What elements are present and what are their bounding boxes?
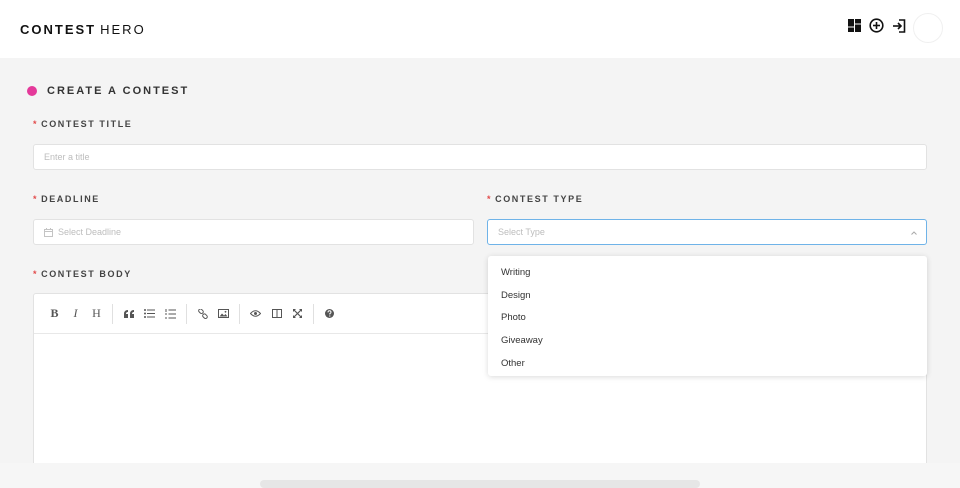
- italic-button[interactable]: I: [65, 304, 86, 324]
- help-icon[interactable]: [319, 304, 340, 324]
- bold-button[interactable]: B: [44, 304, 65, 324]
- toolbar-divider: [313, 303, 314, 324]
- link-icon[interactable]: [192, 304, 213, 324]
- top-navbar: CONTEST HERO: [0, 0, 960, 58]
- required-mark: *: [33, 194, 39, 204]
- quote-icon[interactable]: [118, 304, 139, 324]
- calendar-icon: [44, 227, 53, 237]
- unordered-list-icon[interactable]: [139, 304, 160, 324]
- brand-light-text: HERO: [100, 22, 146, 37]
- brand-logo[interactable]: CONTEST HERO: [20, 22, 146, 37]
- contest-title-placeholder: Enter a title: [44, 152, 90, 162]
- type-option-photo[interactable]: Photo: [488, 306, 927, 329]
- page-title: CREATE A CONTEST: [47, 85, 190, 97]
- contest-type-select[interactable]: Select Type: [487, 219, 927, 245]
- deadline-label: * DEADLINE: [33, 194, 100, 204]
- required-mark: *: [487, 194, 493, 204]
- scroll-shadow: [260, 480, 700, 488]
- toolbar-divider: [239, 303, 240, 324]
- chevron-up-icon: [911, 231, 917, 235]
- contest-body-label-text: CONTEST BODY: [41, 269, 132, 279]
- user-avatar[interactable]: [913, 13, 943, 43]
- contest-type-label-text: CONTEST TYPE: [495, 194, 584, 204]
- deadline-input[interactable]: Select Deadline: [33, 219, 474, 245]
- fullscreen-icon[interactable]: [287, 304, 308, 324]
- contest-title-input[interactable]: Enter a title: [33, 144, 927, 170]
- contest-body-label: * CONTEST BODY: [33, 269, 132, 279]
- type-option-design[interactable]: Design: [488, 284, 927, 307]
- toolbar-divider: [186, 303, 187, 324]
- type-option-other[interactable]: Other: [488, 352, 927, 375]
- required-mark: *: [33, 119, 39, 129]
- contest-type-placeholder: Select Type: [498, 227, 545, 237]
- side-by-side-icon[interactable]: [266, 304, 287, 324]
- image-icon[interactable]: [213, 304, 234, 324]
- sign-in-icon[interactable]: [890, 17, 907, 34]
- heading-button[interactable]: H: [86, 304, 107, 324]
- nav-icons: [846, 17, 912, 34]
- preview-eye-icon[interactable]: [245, 304, 266, 324]
- ordered-list-icon[interactable]: [160, 304, 181, 324]
- brand-bold-text: CONTEST: [20, 22, 97, 37]
- deadline-placeholder: Select Deadline: [58, 227, 122, 237]
- contest-title-label: * CONTEST TITLE: [33, 119, 132, 129]
- deadline-label-text: DEADLINE: [41, 194, 100, 204]
- type-option-giveaway[interactable]: Giveaway: [488, 329, 927, 352]
- type-option-writing[interactable]: Writing: [488, 261, 927, 284]
- add-circle-icon[interactable]: [868, 17, 885, 34]
- contest-type-label: * CONTEST TYPE: [487, 194, 583, 204]
- dashboard-icon[interactable]: [846, 17, 863, 34]
- toolbar-divider: [112, 303, 113, 324]
- required-mark: *: [33, 269, 39, 279]
- contest-title-label-text: CONTEST TITLE: [41, 119, 133, 129]
- contest-type-dropdown: Writing Design Photo Giveaway Other: [488, 256, 927, 376]
- accent-dot: [27, 86, 37, 96]
- section-header: CREATE A CONTEST: [27, 85, 189, 97]
